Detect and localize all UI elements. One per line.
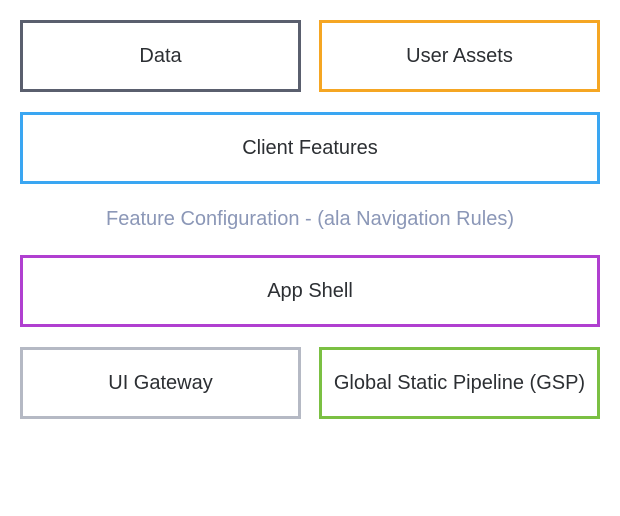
bottom-row: UI Gateway Global Static Pipeline (GSP)	[20, 347, 600, 419]
box-app-shell: App Shell	[20, 255, 600, 327]
top-row: Data User Assets	[20, 20, 600, 92]
box-gsp: Global Static Pipeline (GSP)	[319, 347, 600, 419]
architecture-diagram: Data User Assets Client Features Feature…	[20, 20, 600, 419]
annotation-feature-config: Feature Configuration - (ala Navigation …	[20, 204, 600, 235]
box-client-features: Client Features	[20, 112, 600, 184]
box-data: Data	[20, 20, 301, 92]
box-user-assets: User Assets	[319, 20, 600, 92]
box-ui-gateway: UI Gateway	[20, 347, 301, 419]
